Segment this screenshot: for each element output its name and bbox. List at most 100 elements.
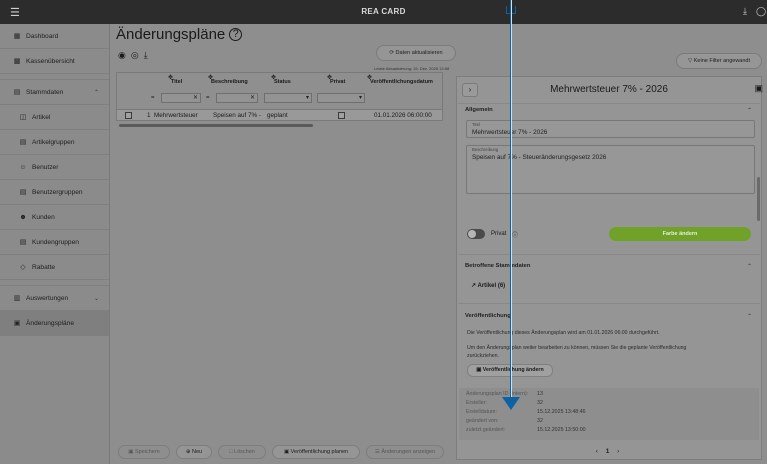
refresh-label: Daten aktualisieren (395, 50, 443, 56)
metadata-box: Änderungsplan ID (intern): 13 Ersteller: 3… (459, 388, 759, 440)
meta-key: geändert von: (466, 418, 499, 424)
user-circle-icon[interactable]: ◯ (756, 6, 766, 17)
plan-publish-button[interactable]: ▣ Veröffentlichung planen (272, 445, 360, 459)
section-header-masterdata[interactable]: Betroffene Stammdaten (465, 263, 530, 269)
column-header-status[interactable]: ✥ Status (271, 75, 291, 85)
row-checkbox[interactable] (125, 112, 132, 119)
sidebar-item-label: Rabatte (32, 263, 56, 271)
table-header: ✥ Titel ✥ Beschreibung ✥ Status ✥ Privat ✥ Ve… (116, 72, 443, 110)
section-header-publish[interactable]: Veröffentlichung (465, 313, 511, 319)
filter-operator[interactable]: = (206, 95, 210, 101)
column-header-titel[interactable]: ✥ Titel (168, 75, 182, 85)
horizontal-scrollbar[interactable] (119, 124, 313, 127)
toolbar-icons: ◉◎⤓ (118, 50, 153, 61)
chevron-up-icon[interactable]: ⌃ (747, 313, 752, 320)
sidebar-item-label: Dashboard (26, 32, 59, 40)
filter-select-status[interactable]: ▾ (264, 93, 312, 103)
sidebar-item-aenderungsplaene[interactable]: ▣ Änderungspläne (0, 311, 109, 336)
articles-link-label: Artikel (6) (477, 283, 506, 289)
last-update-text: Letzte Aktualisierung: 15. Dez. 2025 13:… (374, 66, 450, 71)
move-icon[interactable]: ✥ (208, 74, 213, 81)
cell-published: 01.01.2026 06:00:00 (374, 112, 432, 119)
filter-input-titel[interactable]: ✕ (161, 93, 201, 103)
clear-icon[interactable]: ✕ (193, 94, 198, 102)
cell-description: Speisen auf 7% - (213, 112, 261, 119)
user-group-icon: ▤ (19, 189, 27, 196)
delete-button[interactable]: □ Löschen (218, 445, 266, 459)
master-data-icon: ▤ (13, 89, 21, 96)
save-button[interactable]: ▣ Speichern (118, 445, 170, 459)
annotation-arrow-head (502, 397, 520, 410)
article-group-icon: ▤ (19, 139, 27, 146)
chevron-up-icon: ⌃ (93, 89, 99, 96)
move-icon[interactable]: ✥ (367, 74, 372, 81)
private-label: Privat (491, 231, 507, 237)
plan-publish-label: Veröffentlichung planen (290, 449, 349, 455)
chevron-down-icon: ▾ (305, 95, 309, 101)
sidebar-item-kunden[interactable]: ☻ Kunden (0, 205, 109, 230)
move-icon[interactable]: ✥ (327, 74, 332, 81)
sidebar-item-kassenuebersicht[interactable]: ▩ Kassenübersicht (0, 49, 109, 74)
move-icon[interactable]: ✥ (271, 74, 276, 81)
cash-register-icon: ▩ (13, 58, 21, 65)
chevron-up-icon[interactable]: ⌃ (747, 107, 752, 114)
sidebar-item-benutzer[interactable]: ☺ Benutzer (0, 155, 109, 180)
arrow-highlight (510, 0, 512, 398)
chart-icon: ▥ (13, 295, 21, 302)
new-button[interactable]: ⊕ Neu (176, 445, 212, 459)
move-icon[interactable]: ✥ (168, 74, 173, 81)
private-toggle[interactable] (467, 229, 485, 239)
articles-link[interactable]: ↗ Artikel (6) (471, 282, 505, 289)
filter-select-privat[interactable]: ▾ (317, 93, 365, 103)
sidebar-item-stammdaten[interactable]: ▤ Stammdaten ⌃ (0, 80, 109, 105)
page-title-text: Änderungspläne (116, 26, 226, 43)
filter-button[interactable]: ▽ Keine Filter angewandt (676, 53, 762, 69)
filter-operator[interactable]: = (151, 95, 155, 101)
table-row[interactable]: 1 Mehrwertsteuer Speisen auf 7% - geplan… (116, 110, 443, 121)
column-header-privat[interactable]: ✥ Privat (327, 75, 345, 85)
meta-value: 15.12.2025 13:48:46 (537, 409, 586, 415)
eye-off-icon[interactable]: ◎ (131, 50, 144, 60)
meta-key: Ersteller: (466, 400, 487, 406)
refresh-button[interactable]: ⟳ Daten aktualisieren (376, 45, 456, 61)
section-header-general[interactable]: Allgemein (465, 107, 493, 113)
sidebar-item-benutzergruppen[interactable]: ▤ Benutzergruppen (0, 180, 109, 205)
user-icon: ☺ (19, 163, 27, 171)
plans-table: ✥ Titel ✥ Beschreibung ✥ Status ✥ Privat ✥ Ve… (116, 72, 443, 152)
sidebar-item-artikelgruppen[interactable]: ▤ Artikelgruppen (0, 130, 109, 155)
sidebar: ▦ Dashboard ▩ Kassenübersicht ▤ Stammdaten ⌃… (0, 24, 110, 464)
help-icon[interactable]: ? (229, 28, 243, 41)
customers-icon: ☻ (19, 213, 27, 221)
sidebar-item-artikel[interactable]: ◫ Artikel (0, 105, 109, 130)
vertical-scrollbar[interactable] (757, 177, 760, 221)
meta-key: zuletzt geändert: (466, 427, 506, 433)
change-color-button[interactable]: Farbe ändern (609, 227, 751, 241)
sidebar-item-auswertungen[interactable]: ▥ Auswertungen ⌄ (0, 286, 109, 311)
calendar-icon[interactable]: ▣ (754, 83, 763, 94)
info-icon[interactable]: ⓘ (512, 230, 518, 239)
chevron-up-icon[interactable]: ⌃ (747, 263, 752, 270)
sidebar-item-kundengruppen[interactable]: ▤ Kundengruppen (0, 230, 109, 255)
eye-icon[interactable]: ◉ (118, 50, 131, 60)
column-header-beschreibung[interactable]: ✥ Beschreibung (208, 75, 248, 85)
tag-icon: ◇ (20, 264, 26, 271)
toggle-knob (468, 230, 476, 238)
save-icon: ▣ (128, 449, 135, 455)
meta-value: 32 (537, 418, 543, 424)
customer-group-icon: ▤ (19, 239, 27, 246)
brand-title: REA CARD (361, 7, 406, 16)
clear-icon[interactable]: ✕ (250, 94, 255, 102)
cell-private-checkbox[interactable] (338, 112, 345, 119)
sidebar-item-dashboard[interactable]: ▦ Dashboard (0, 24, 109, 49)
row-index: 1 (147, 112, 151, 119)
filter-input-beschreibung[interactable]: ✕ (216, 93, 258, 103)
divider (458, 103, 760, 104)
download-icon[interactable]: ⤓ (743, 6, 747, 17)
sidebar-item-rabatte[interactable]: ◇ Rabatte (0, 255, 109, 280)
sidebar-item-label: Stammdaten (26, 88, 64, 96)
divider (458, 303, 760, 304)
sidebar-item-label: Artikelgruppen (32, 138, 75, 146)
column-header-veroeffentlichungsdatum[interactable]: ✥ Veröffentlichungsdatum (367, 75, 433, 85)
show-changes-button[interactable]: ☰ Änderungen anzeigen (366, 445, 444, 459)
download-icon[interactable]: ⤓ (144, 50, 153, 60)
